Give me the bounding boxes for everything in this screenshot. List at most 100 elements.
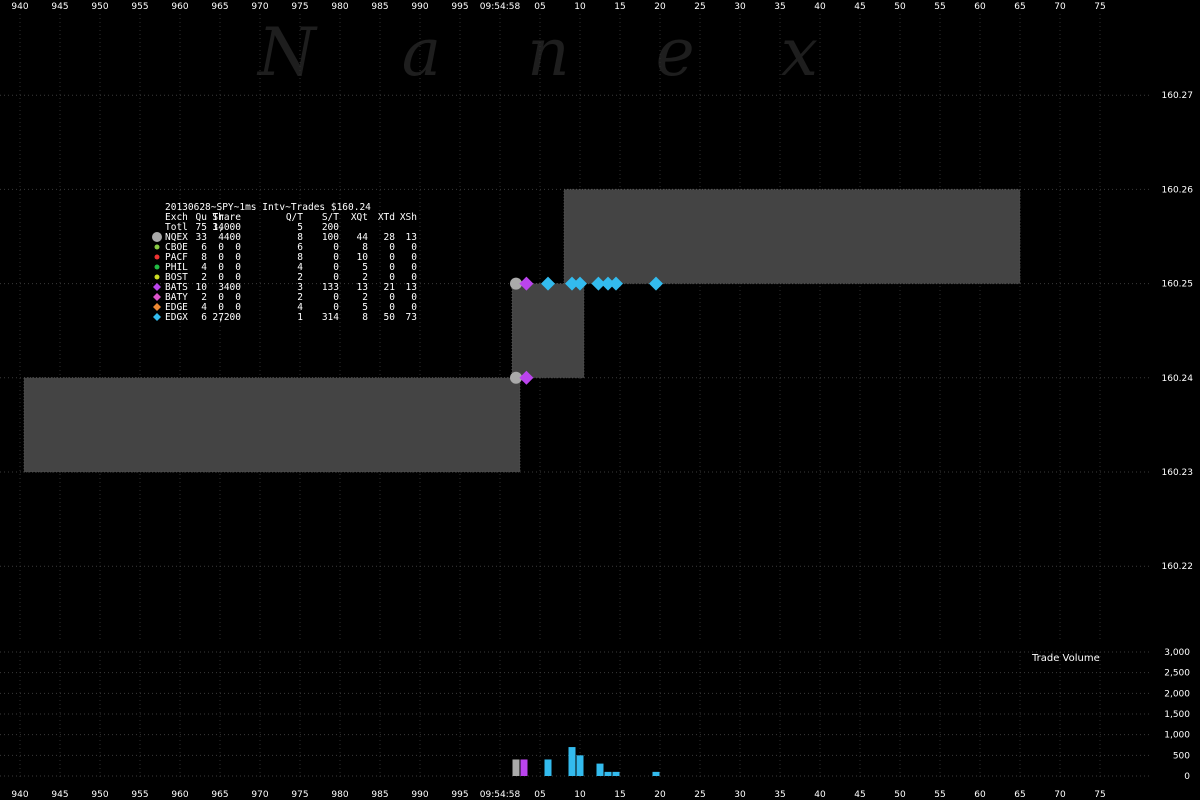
time-tick-label: 05 bbox=[534, 790, 545, 800]
legend-marker bbox=[154, 244, 160, 250]
time-tick-label: 50 bbox=[894, 790, 906, 800]
time-tick-label: 940 bbox=[11, 2, 28, 12]
volume-tick-label: 0 bbox=[1184, 772, 1190, 782]
time-tick-label: 985 bbox=[371, 2, 388, 12]
price-tick-label: 160.24 bbox=[1162, 374, 1194, 384]
legend-row: 6 bbox=[201, 312, 207, 323]
time-tick-label: 955 bbox=[131, 2, 148, 12]
time-tick-label: 975 bbox=[291, 790, 308, 800]
legend-row: 2,200 bbox=[212, 312, 241, 323]
time-tick-label: 995 bbox=[451, 2, 468, 12]
legend-header: XQt bbox=[351, 212, 368, 223]
time-tick-label: 60 bbox=[974, 790, 986, 800]
legend-marker bbox=[154, 274, 160, 280]
time-tick-label: 990 bbox=[411, 790, 428, 800]
time-tick-label: 45 bbox=[854, 790, 865, 800]
nbbo-box bbox=[23, 377, 521, 473]
legend-row: EDGX bbox=[165, 312, 188, 323]
time-tick-label: 970 bbox=[251, 2, 268, 12]
time-tick-label: 30 bbox=[734, 790, 746, 800]
time-tick-label: 45 bbox=[854, 2, 865, 12]
volume-bar bbox=[604, 771, 612, 776]
price-tick-label: 160.25 bbox=[1162, 280, 1194, 290]
time-tick-label: 40 bbox=[814, 2, 826, 12]
volume-bar bbox=[596, 763, 604, 776]
volume-tick-label: 1,500 bbox=[1164, 710, 1190, 720]
time-tick-label: 995 bbox=[451, 790, 468, 800]
price-axis: 160.27 160.26 160.25 160.24 160.23 160.22 bbox=[1162, 91, 1194, 572]
legend-marker bbox=[154, 254, 160, 260]
time-tick-label: 965 bbox=[211, 790, 228, 800]
legend-header: XTd bbox=[378, 212, 395, 223]
time-tick-label: 980 bbox=[331, 2, 348, 12]
volume-tick-label: 1,000 bbox=[1164, 731, 1190, 741]
volume-bar bbox=[576, 755, 584, 776]
volume-bar bbox=[568, 747, 576, 776]
time-tick-label: 75 bbox=[1094, 790, 1105, 800]
time-tick-label: 950 bbox=[91, 790, 108, 800]
volume-tick-label: 500 bbox=[1173, 751, 1190, 761]
time-tick-label: 960 bbox=[171, 790, 188, 800]
exchange-legend: 20130628~SPY~1ms Intv~Trades $160.24 Exc… bbox=[152, 202, 417, 323]
time-tick-label: 40 bbox=[814, 790, 826, 800]
time-tick-label: 50 bbox=[894, 2, 906, 12]
time-tick-label: 65 bbox=[1014, 2, 1025, 12]
volume-bar bbox=[544, 759, 552, 776]
legend-row: 314 bbox=[322, 312, 339, 323]
legend-marker bbox=[152, 232, 162, 242]
time-tick-label: 965 bbox=[211, 2, 228, 12]
volume-bar bbox=[612, 771, 620, 776]
volume-tick-label: 2,500 bbox=[1164, 669, 1190, 679]
legend-marker bbox=[153, 293, 161, 301]
price-tick-label: 160.27 bbox=[1162, 91, 1194, 101]
volume-tick-label: 2,000 bbox=[1164, 689, 1190, 699]
time-tick-label: 70 bbox=[1054, 2, 1066, 12]
time-tick-label: 05 bbox=[534, 2, 545, 12]
volume-bar bbox=[512, 759, 520, 776]
legend-marker bbox=[154, 264, 160, 270]
time-tick-label: 70 bbox=[1054, 790, 1066, 800]
price-tick-label: 160.26 bbox=[1162, 185, 1194, 195]
time-tick-label: 980 bbox=[331, 790, 348, 800]
time-tick-label: 20 bbox=[654, 790, 666, 800]
time-tick-label: 15 bbox=[614, 2, 625, 12]
chart-canvas: N a n e x 160.27 160.26 160.25 160.24 160.23… bbox=[0, 2, 1194, 800]
legend-row: 8 bbox=[362, 312, 368, 323]
time-tick-label: 955 bbox=[131, 790, 148, 800]
legend-row: 50 bbox=[384, 312, 396, 323]
time-tick-label: 55 bbox=[934, 2, 945, 12]
price-tick-label: 160.22 bbox=[1162, 562, 1194, 572]
time-axis-top: 940 945 950 955 960 965 970 975 980 985 990 995 09:5… bbox=[11, 2, 1105, 12]
volume-bar bbox=[520, 759, 528, 776]
volume-panel: Trade Volume 3,000 2,500 2,000 1,500 1,000 50… bbox=[512, 648, 1190, 782]
time-tick-label: 960 bbox=[171, 2, 188, 12]
time-tick-label: 20 bbox=[654, 2, 666, 12]
legend-header: XSh bbox=[400, 212, 417, 223]
time-tick-label: 10 bbox=[574, 2, 586, 12]
time-tick-label: 09:54:58 bbox=[480, 2, 521, 12]
nbbo-box bbox=[511, 283, 585, 379]
legend-row: 73 bbox=[406, 312, 417, 323]
time-tick-label: 35 bbox=[774, 790, 785, 800]
volume-bar bbox=[652, 771, 660, 776]
time-tick-label: 975 bbox=[291, 2, 308, 12]
time-tick-label: 09:54:58 bbox=[480, 790, 521, 800]
time-tick-label: 945 bbox=[51, 790, 68, 800]
time-tick-label: 985 bbox=[371, 790, 388, 800]
time-tick-label: 990 bbox=[411, 2, 428, 12]
time-tick-label: 25 bbox=[694, 2, 705, 12]
volume-tick-label: 3,000 bbox=[1164, 648, 1190, 658]
time-axis-bottom: 940 945 950 955 960 965 970 975 980 985 990 995 09:5… bbox=[11, 790, 1105, 800]
nbbo-box bbox=[563, 188, 1021, 285]
legend-marker bbox=[153, 303, 161, 311]
time-tick-label: 970 bbox=[251, 790, 268, 800]
time-tick-label: 75 bbox=[1094, 2, 1105, 12]
time-tick-label: 65 bbox=[1014, 790, 1025, 800]
price-tick-label: 160.23 bbox=[1162, 468, 1194, 478]
time-tick-label: 940 bbox=[11, 790, 28, 800]
time-tick-label: 30 bbox=[734, 2, 746, 12]
time-tick-label: 15 bbox=[614, 790, 625, 800]
time-tick-label: 25 bbox=[694, 790, 705, 800]
volume-title: Trade Volume bbox=[1031, 653, 1100, 664]
time-tick-label: 10 bbox=[574, 790, 586, 800]
